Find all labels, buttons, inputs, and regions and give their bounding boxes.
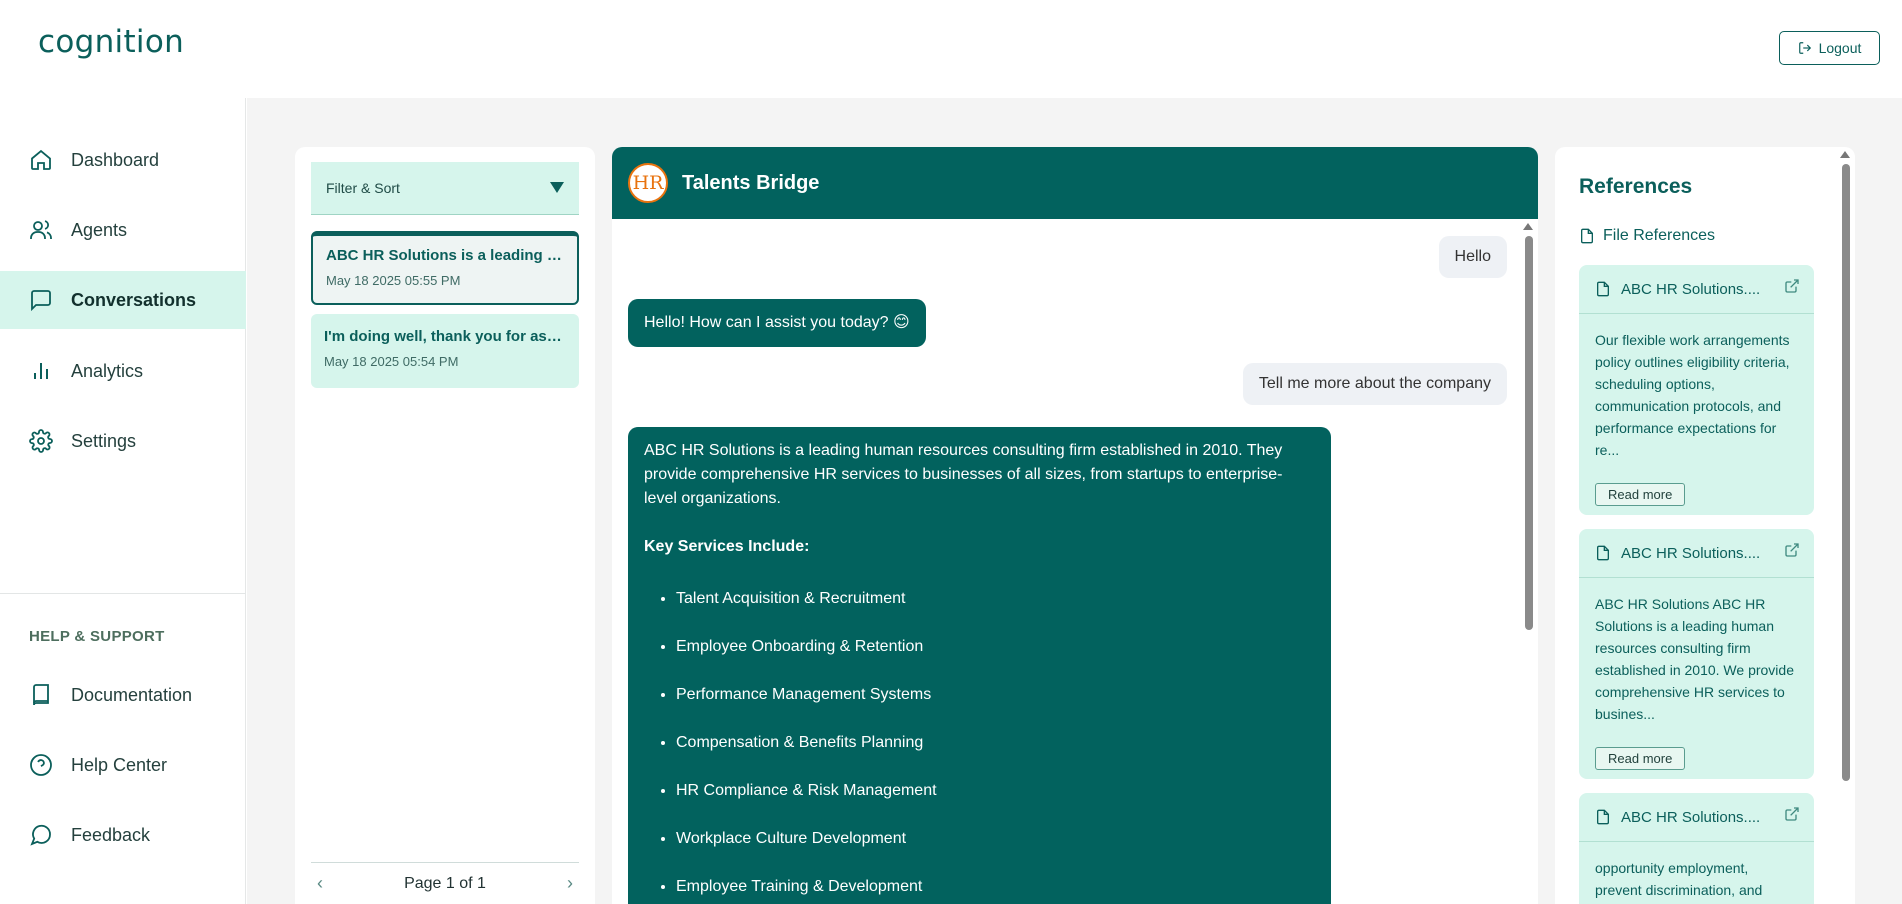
logout-label: Logout (1818, 40, 1862, 56)
chat-panel: HR Talents Bridge Hello Hello! How can I… (612, 147, 1538, 904)
sidebar-item-label: Settings (71, 430, 137, 451)
sidebar-item-analytics[interactable]: Analytics (0, 342, 246, 400)
caret-down-icon (550, 182, 564, 193)
external-link-icon[interactable] (1784, 542, 1800, 558)
list-item: Talent Acquisition & Recruitment (676, 587, 1315, 611)
file-icon (1597, 545, 1609, 561)
chat-messages[interactable]: Hello Hello! How can I assist you today?… (612, 219, 1538, 904)
sidebar-item-label: Analytics (71, 360, 144, 381)
reference-file-name: ABC HR Solutions.... (1621, 544, 1761, 562)
file-icon (1581, 228, 1593, 244)
user-message: Tell me more about the company (1242, 363, 1507, 405)
chat-scrollbar[interactable] (1525, 236, 1533, 630)
file-icon (1597, 281, 1609, 297)
reference-card: ABC HR Solutions.... ABC HR Solutions AB… (1579, 529, 1814, 779)
conversation-date: May 18 2025 05:54 PM (324, 354, 459, 369)
message-circle-icon (30, 824, 51, 846)
list-item: Employee Onboarding & Retention (676, 635, 1315, 659)
help-circle-icon (30, 754, 52, 776)
list-item: Workplace Culture Development (676, 827, 1315, 851)
sidebar-item-help-center[interactable]: Help Center (0, 736, 246, 794)
conversation-item[interactable]: ABC HR Solutions is a leading human reso… (311, 231, 579, 305)
logout-icon (1798, 42, 1811, 54)
chevron-left-icon[interactable]: ‹ (317, 873, 323, 894)
file-references-label: File References (1603, 227, 1716, 244)
chat-icon (31, 290, 51, 312)
page-indicator: Page 1 of 1 (404, 874, 486, 892)
reference-card: ABC HR Solutions.... opportunity employm… (1579, 793, 1814, 904)
conversation-title: ABC HR Solutions is a leading human reso… (326, 247, 564, 264)
services-list: Talent Acquisition & Recruitment Employe… (644, 587, 1315, 899)
sidebar-item-dashboard[interactable]: Dashboard (0, 131, 246, 189)
conversation-list-panel: Filter & Sort ABC HR Solutions is a lead… (295, 147, 595, 904)
reference-snippet: Our flexible work arrangements policy ou… (1595, 332, 1790, 458)
top-bar: cognition Logout (0, 0, 1902, 98)
bot-message-heading: Key Services Include: (644, 538, 810, 555)
sidebar-item-feedback[interactable]: Feedback (0, 806, 246, 864)
conversation-title: I'm doing well, thank you for asking (324, 328, 566, 345)
list-item: HR Compliance & Risk Management (676, 779, 1315, 803)
sidebar-item-label: Help Center (71, 754, 168, 775)
sidebar-item-label: Conversations (71, 289, 197, 310)
sidebar-divider (0, 593, 246, 594)
gear-icon (29, 429, 53, 453)
reference-card: ABC HR Solutions.... Our flexible work a… (1579, 265, 1814, 515)
scroll-up-icon[interactable] (1840, 151, 1850, 158)
sidebar-item-label: Dashboard (71, 149, 160, 170)
reference-snippet: ABC HR Solutions ABC HR Solutions is a l… (1595, 596, 1794, 722)
help-support-heading: HELP & SUPPORT (29, 628, 165, 645)
sidebar-item-documentation[interactable]: Documentation (0, 666, 246, 724)
read-more-button[interactable]: Read more (1595, 747, 1686, 770)
reference-file-name: ABC HR Solutions.... (1621, 280, 1761, 298)
external-link-icon[interactable] (1784, 278, 1800, 294)
user-message: Hello (1438, 236, 1507, 278)
list-item: Employee Training & Development (676, 875, 1315, 899)
sidebar: Dashboard Agents Conversations Analytics… (0, 98, 246, 904)
agent-avatar: HR (628, 163, 668, 203)
logout-button[interactable]: Logout (1779, 31, 1880, 65)
sidebar-item-label: Documentation (71, 684, 193, 705)
reference-card-header: ABC HR Solutions.... (1579, 793, 1814, 842)
agent-name: Talents Bridge (682, 171, 820, 194)
file-references-heading: File References (1579, 227, 1715, 245)
reference-card-header: ABC HR Solutions.... (1579, 529, 1814, 578)
bot-message: Hello! How can I assist you today? 😊 (628, 299, 926, 347)
sidebar-item-settings[interactable]: Settings (0, 412, 246, 470)
sidebar-item-agents[interactable]: Agents (0, 201, 246, 259)
pagination: ‹ Page 1 of 1 › (311, 862, 579, 904)
scroll-up-icon[interactable] (1523, 223, 1533, 230)
references-panel: References File References ABC HR Soluti… (1555, 147, 1855, 904)
sidebar-item-label: Agents (71, 219, 128, 240)
read-more-button[interactable]: Read more (1595, 483, 1686, 506)
filter-sort-label: Filter & Sort (326, 180, 400, 196)
bot-message-intro: ABC HR Solutions is a leading human reso… (644, 442, 1283, 507)
filter-sort-dropdown[interactable]: Filter & Sort (311, 162, 579, 215)
app-logo[interactable]: cognition (38, 24, 184, 60)
file-icon (1597, 809, 1609, 825)
users-icon (30, 220, 52, 239)
chat-header: HR Talents Bridge (612, 147, 1538, 219)
sidebar-item-conversations[interactable]: Conversations (0, 271, 246, 329)
bot-message: ABC HR Solutions is a leading human reso… (628, 427, 1331, 904)
conversation-item[interactable]: I'm doing well, thank you for asking May… (311, 314, 579, 388)
chevron-right-icon[interactable]: › (567, 873, 573, 894)
references-title: References (1579, 175, 1693, 198)
conversation-date: May 18 2025 05:55 PM (326, 273, 461, 288)
list-item: Performance Management Systems (676, 683, 1315, 707)
home-icon (31, 149, 51, 170)
references-scrollbar[interactable] (1842, 164, 1850, 781)
reference-snippet: opportunity employment, prevent discrimi… (1595, 860, 1763, 898)
list-item: Compensation & Benefits Planning (676, 731, 1315, 755)
book-icon (33, 684, 49, 706)
external-link-icon[interactable] (1784, 806, 1800, 822)
bar-chart-icon (34, 363, 48, 379)
reference-file-name: ABC HR Solutions.... (1621, 808, 1761, 826)
reference-card-header: ABC HR Solutions.... (1579, 265, 1814, 314)
sidebar-item-label: Feedback (71, 824, 151, 845)
